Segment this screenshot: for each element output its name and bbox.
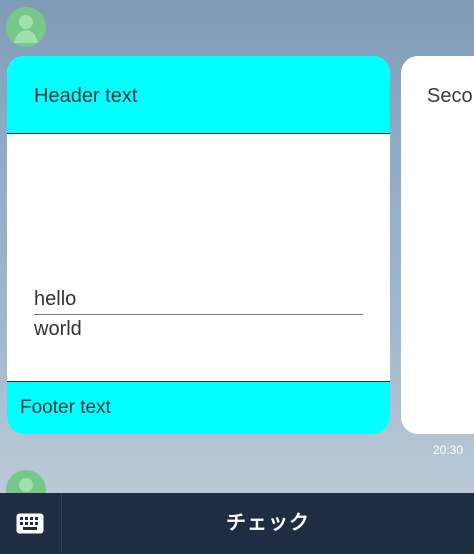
card-header: Header text (7, 56, 390, 134)
keyboard-icon (16, 513, 44, 534)
card-divider (34, 314, 363, 315)
check-button[interactable]: チェック (62, 493, 474, 554)
person-icon (14, 15, 38, 43)
message-card-secondary[interactable]: Seco (401, 56, 474, 434)
keyboard-button[interactable] (0, 493, 62, 554)
card-footer: Footer text (7, 381, 390, 434)
card-header-title: Header text (34, 85, 138, 107)
card-header-title: Seco (427, 85, 473, 107)
card-body-text: world (34, 318, 82, 340)
avatar[interactable] (6, 7, 46, 47)
card-body-text: hello (34, 288, 77, 310)
message-card[interactable]: Header text hello world Footer text (7, 56, 390, 434)
card-footer-title: Footer text (20, 397, 111, 418)
card-body: hello world (7, 134, 390, 381)
bottom-bar: チェック (0, 493, 474, 554)
message-timestamp: 20:30 (433, 443, 464, 457)
